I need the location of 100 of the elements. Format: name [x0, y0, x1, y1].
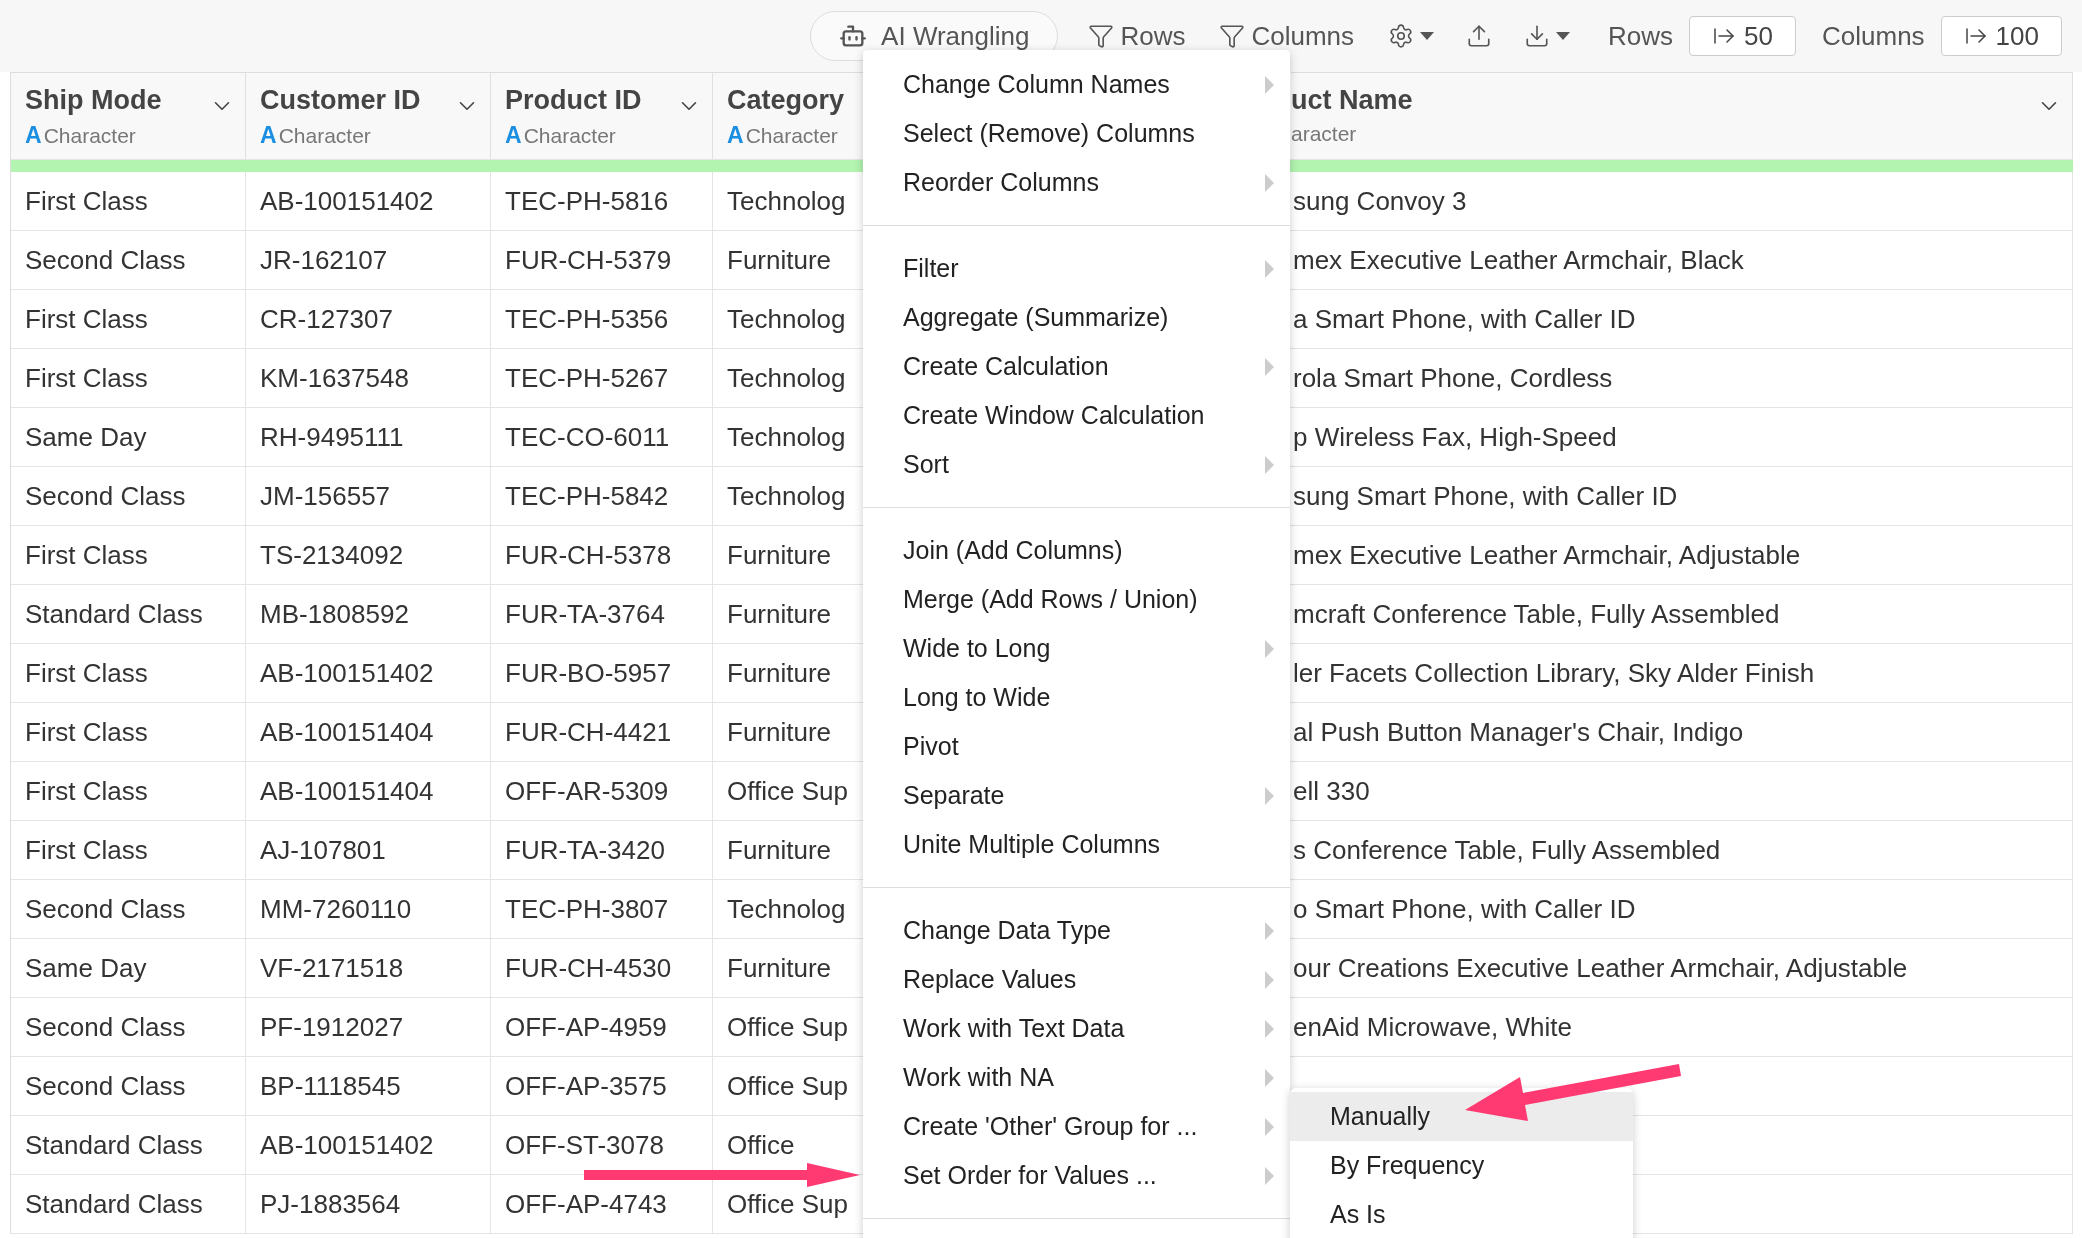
- table-cell: First Class: [25, 775, 148, 807]
- menu-item[interactable]: Filter: [863, 244, 1290, 293]
- table-cell: al Push Button Manager's Chair, Indigo: [1293, 716, 1744, 748]
- type-icon: A: [505, 122, 522, 149]
- menu-item[interactable]: Work with NA: [863, 1053, 1290, 1102]
- submenu-triangle-icon: [1265, 455, 1274, 474]
- table-cell: FUR-CH-4530: [505, 952, 672, 984]
- submenu-item[interactable]: By Frequency: [1290, 1141, 1633, 1190]
- column-title: Customer ID: [260, 85, 421, 116]
- table-cell: Second Class: [25, 244, 186, 276]
- table-cell: Furniture: [727, 598, 832, 630]
- table-cell: our Creations Executive Leather Armchair, Adjustable: [1293, 952, 1908, 984]
- menu-item[interactable]: Merge (Add Rows / Union): [863, 575, 1290, 624]
- table-cell: Technolog: [727, 185, 846, 217]
- table-cell: Technolog: [727, 303, 846, 335]
- upload-icon: [1466, 23, 1493, 49]
- table-cell: Technolog: [727, 893, 846, 925]
- column-title: Category: [727, 85, 845, 116]
- menu-item[interactable]: Aggregate (Summarize): [863, 293, 1290, 342]
- menu-item[interactable]: Sort: [863, 440, 1290, 489]
- submenu-triangle-icon: [1265, 970, 1274, 989]
- column-header[interactable]: uct Name aracter: [1291, 72, 2073, 159]
- menu-item[interactable]: Create 'Other' Group for ...: [863, 1102, 1290, 1151]
- menu-item[interactable]: Work with Text Data: [863, 1004, 1290, 1053]
- table-cell: Standard Class: [25, 598, 203, 630]
- table-cell: First Class: [25, 539, 148, 571]
- filter-button[interactable]: Rows: [1084, 20, 1190, 52]
- table-cell: o Smart Phone, with Caller ID: [1293, 893, 1636, 925]
- table-cell: mex Executive Leather Armchair, Black: [1293, 244, 1744, 276]
- menu-item[interactable]: Create Calculation: [863, 342, 1290, 391]
- table-cell: OFF-AP-4959: [505, 1011, 667, 1043]
- table-cell: AB-100151402: [260, 185, 434, 217]
- table-cell: TEC-PH-3807: [505, 893, 669, 925]
- table-cell: TEC-PH-5842: [505, 480, 669, 512]
- table-cell: Office Sup: [727, 775, 848, 807]
- table-cell: Second Class: [25, 1070, 186, 1102]
- table-cell: mcraft Conference Table, Fully Assembled: [1293, 598, 1780, 630]
- table-cell: Furniture: [727, 539, 832, 571]
- table-cell: Technolog: [727, 362, 846, 394]
- table-cell: mex Executive Leather Armchair, Adjustable: [1293, 539, 1801, 571]
- filter-button[interactable]: Columns: [1215, 20, 1359, 52]
- table-cell: AB-100151402: [260, 657, 434, 689]
- columns-label: Columns: [1822, 20, 1925, 52]
- table-cell: sung Smart Phone, with Caller ID: [1293, 480, 1678, 512]
- submenu-triangle-icon: [1265, 259, 1274, 278]
- column-limit-field[interactable]: 100: [1940, 16, 2062, 56]
- menu-item[interactable]: Change Column Names: [863, 60, 1290, 109]
- column-title: Product ID: [505, 85, 642, 116]
- column-header[interactable]: Product ID ACharacter: [491, 72, 713, 159]
- table-cell: Furniture: [727, 834, 832, 866]
- table-cell: AB-100151404: [260, 716, 434, 748]
- submenu-triangle-icon: [1265, 1019, 1274, 1038]
- menu-item[interactable]: Unite Multiple Columns: [863, 820, 1290, 869]
- column-type: Character: [523, 124, 616, 148]
- table-cell: FUR-CH-4421: [505, 716, 672, 748]
- table-cell: Furniture: [727, 952, 832, 984]
- menu-item[interactable]: Replace Values: [863, 955, 1290, 1004]
- table-cell: Office Sup: [727, 1188, 848, 1220]
- table-cell: CR-127307: [260, 303, 393, 335]
- submenu-triangle-icon: [1265, 921, 1274, 940]
- menu-item[interactable]: Reorder Columns: [863, 158, 1290, 207]
- table-cell: Office: [727, 1129, 795, 1161]
- table-cell: Technolog: [727, 421, 846, 453]
- table-cell: MB-1808592: [260, 598, 409, 630]
- menu-item[interactable]: Select (Remove) Columns: [863, 109, 1290, 158]
- column-title: uct Name: [1291, 85, 1413, 116]
- table-cell: AJ-107801: [260, 834, 386, 866]
- submenu-triangle-icon: [1265, 1166, 1274, 1185]
- table-cell: First Class: [25, 834, 148, 866]
- menu-item[interactable]: Pivot: [863, 722, 1290, 771]
- table-cell: RH-9495111: [260, 421, 404, 453]
- column-header[interactable]: Category ACharacter: [713, 72, 864, 159]
- menu-item[interactable]: Join (Add Columns): [863, 526, 1290, 575]
- table-cell: TEC-PH-5816: [505, 185, 669, 217]
- column-header[interactable]: Ship Mode ACharacter: [11, 72, 246, 159]
- table-cell: Standard Class: [25, 1188, 203, 1220]
- menu-item[interactable]: Change Data Type: [863, 906, 1290, 955]
- menu-item[interactable]: Long to Wide: [863, 673, 1290, 722]
- table-cell: BP-1118545: [260, 1070, 401, 1102]
- table-cell: AB-100151402: [260, 1129, 434, 1161]
- row-limit-field[interactable]: 50: [1689, 16, 1796, 56]
- menu-item[interactable]: Separate: [863, 771, 1290, 820]
- menu-item[interactable]: Wide to Long: [863, 624, 1290, 673]
- submenu-triangle-icon: [1265, 1117, 1274, 1136]
- table-cell: PJ-1883564: [260, 1188, 401, 1220]
- column-type: Character: [278, 124, 371, 148]
- table-cell: sung Convoy 3: [1293, 185, 1467, 217]
- table-cell: Same Day: [25, 952, 147, 984]
- submenu-item[interactable]: As Is: [1290, 1190, 1633, 1238]
- table-cell: Second Class: [25, 1011, 186, 1043]
- column-header[interactable]: Customer ID ACharacter: [246, 72, 491, 159]
- table-cell: OFF-AP-4743: [505, 1188, 667, 1220]
- table-cell: JR-162107: [260, 244, 388, 276]
- menu-item[interactable]: Create Window Calculation: [863, 391, 1290, 440]
- table-cell: First Class: [25, 657, 148, 689]
- table-cell: FUR-TA-3764: [505, 598, 665, 630]
- submenu-item[interactable]: Manually: [1290, 1092, 1633, 1141]
- table-cell: Furniture: [727, 244, 832, 276]
- table-cell: OFF-ST-3078: [505, 1129, 664, 1161]
- menu-item[interactable]: Set Order for Values ...: [863, 1151, 1290, 1200]
